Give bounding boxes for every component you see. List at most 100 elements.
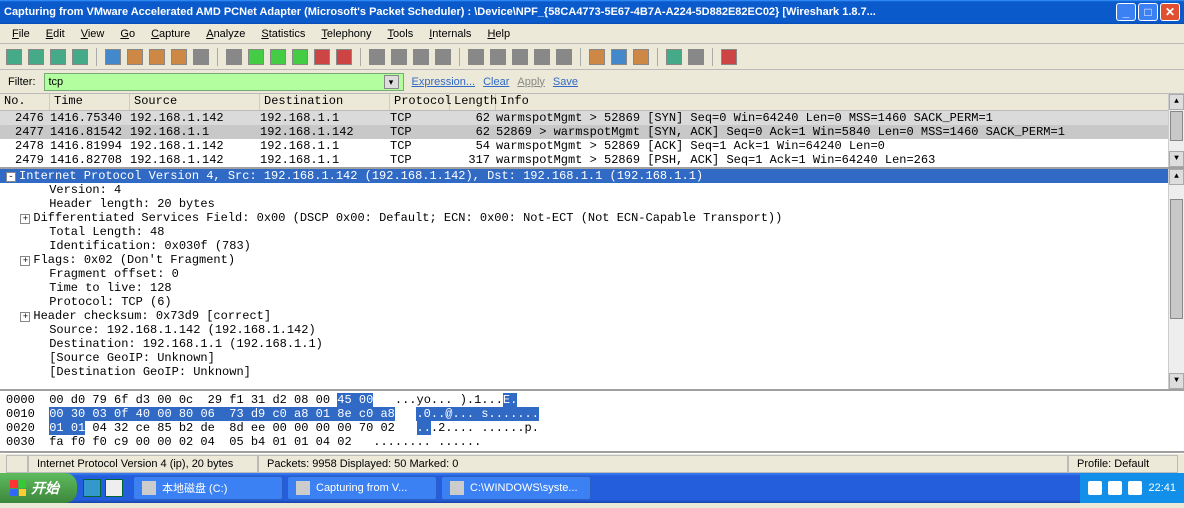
menu-telephony[interactable]: Telephony [313, 26, 379, 42]
hex-line[interactable]: 0010 00 30 03 0f 40 00 80 06 73 d9 c0 a8… [6, 407, 1178, 421]
toolbar-button[interactable] [292, 49, 308, 65]
start-button[interactable]: 开始 [0, 473, 77, 503]
toolbar-button[interactable] [611, 49, 627, 65]
menu-statistics[interactable]: Statistics [253, 26, 313, 42]
expand-icon[interactable]: + [20, 214, 30, 224]
scroll-up-icon[interactable]: ▲ [1169, 169, 1184, 185]
detail-line[interactable]: [Source GeoIP: Unknown] [0, 351, 1184, 365]
hex-line[interactable]: 0000 00 d0 79 6f d3 00 0c 29 f1 31 d2 08… [6, 393, 1178, 407]
toolbar-button[interactable] [127, 49, 143, 65]
tray-clock[interactable]: 22:41 [1148, 482, 1176, 494]
packet-row[interactable]: 24781416.81994192.168.1.142192.168.1.1TC… [0, 139, 1184, 153]
minimize-button[interactable]: _ [1116, 3, 1136, 21]
toolbar-button[interactable] [193, 49, 209, 65]
ie-icon[interactable] [83, 479, 101, 497]
expand-icon[interactable]: + [20, 312, 30, 322]
toolbar-button[interactable] [688, 49, 704, 65]
tray-icon[interactable] [1088, 481, 1102, 495]
toolbar-button[interactable] [633, 49, 649, 65]
col-length[interactable]: Length [450, 94, 496, 110]
tray-icon[interactable] [1128, 481, 1142, 495]
toolbar-button[interactable] [50, 49, 66, 65]
detail-line[interactable]: Total Length: 48 [0, 225, 1184, 239]
apply-link[interactable]: Apply [517, 76, 545, 88]
close-button[interactable]: ✕ [1160, 3, 1180, 21]
menu-internals[interactable]: Internals [421, 26, 479, 42]
detail-line[interactable]: [Destination GeoIP: Unknown] [0, 365, 1184, 379]
detail-line[interactable]: Version: 4 [0, 183, 1184, 197]
hex-line[interactable]: 0030 fa f0 f0 c9 00 00 02 04 05 b4 01 01… [6, 435, 1178, 449]
taskbar-app-button[interactable]: C:\WINDOWS\syste... [441, 476, 591, 500]
toolbar-button[interactable] [248, 49, 264, 65]
toolbar-button[interactable] [666, 49, 682, 65]
col-protocol[interactable]: Protocol [390, 94, 450, 110]
expand-icon[interactable]: - [6, 172, 16, 182]
toolbar-button[interactable] [468, 49, 484, 65]
packet-list-pane[interactable]: No. Time Source Destination Protocol Len… [0, 94, 1184, 169]
detail-line[interactable]: Destination: 192.168.1.1 (192.168.1.1) [0, 337, 1184, 351]
toolbar-button[interactable] [226, 49, 242, 65]
scroll-thumb[interactable] [1170, 111, 1183, 141]
toolbar-button[interactable] [556, 49, 572, 65]
detail-line[interactable]: +Header checksum: 0x73d9 [correct] [0, 309, 1184, 323]
detail-line[interactable]: Source: 192.168.1.142 (192.168.1.142) [0, 323, 1184, 337]
expand-icon[interactable]: + [20, 256, 30, 266]
packet-scrollbar[interactable]: ▲ ▼ [1168, 94, 1184, 167]
col-source[interactable]: Source [130, 94, 260, 110]
menu-file[interactable]: File [4, 26, 38, 42]
toolbar-button[interactable] [149, 49, 165, 65]
hex-dump-pane[interactable]: 0000 00 d0 79 6f d3 00 0c 29 f1 31 d2 08… [0, 391, 1184, 453]
menu-view[interactable]: View [73, 26, 113, 42]
explorer-icon[interactable] [105, 479, 123, 497]
toolbar-button[interactable] [435, 49, 451, 65]
menu-help[interactable]: Help [479, 26, 518, 42]
toolbar-button[interactable] [413, 49, 429, 65]
toolbar-button[interactable] [171, 49, 187, 65]
menu-analyze[interactable]: Analyze [198, 26, 253, 42]
toolbar-button[interactable] [490, 49, 506, 65]
toolbar-button[interactable] [369, 49, 385, 65]
scroll-up-icon[interactable]: ▲ [1169, 94, 1184, 110]
packet-row[interactable]: 24791416.82708192.168.1.142192.168.1.1TC… [0, 153, 1184, 167]
detail-line[interactable]: -Internet Protocol Version 4, Src: 192.1… [0, 169, 1184, 183]
menu-tools[interactable]: Tools [380, 26, 422, 42]
taskbar-app-button[interactable]: 本地磁盘 (C:) [133, 476, 283, 500]
toolbar-button[interactable] [534, 49, 550, 65]
toolbar-button[interactable] [314, 49, 330, 65]
expression-link[interactable]: Expression... [412, 76, 476, 88]
packet-row[interactable]: 24771416.81542192.168.1.1192.168.1.142TC… [0, 125, 1184, 139]
filter-dropdown-icon[interactable]: ▾ [384, 75, 399, 89]
clear-link[interactable]: Clear [483, 76, 509, 88]
status-profile[interactable]: Profile: Default [1068, 455, 1178, 473]
filter-input[interactable]: tcp ▾ [44, 73, 404, 91]
scroll-down-icon[interactable]: ▼ [1169, 151, 1184, 167]
detail-line[interactable]: +Flags: 0x02 (Don't Fragment) [0, 253, 1184, 267]
menu-go[interactable]: Go [112, 26, 143, 42]
toolbar-button[interactable] [391, 49, 407, 65]
col-destination[interactable]: Destination [260, 94, 390, 110]
detail-line[interactable]: Fragment offset: 0 [0, 267, 1184, 281]
scroll-thumb[interactable] [1170, 199, 1183, 319]
toolbar-button[interactable] [270, 49, 286, 65]
toolbar-button[interactable] [72, 49, 88, 65]
col-info[interactable]: Info [496, 94, 1184, 110]
menu-edit[interactable]: Edit [38, 26, 73, 42]
detail-line[interactable]: Protocol: TCP (6) [0, 295, 1184, 309]
tray-icon[interactable] [1108, 481, 1122, 495]
detail-line[interactable]: +Differentiated Services Field: 0x00 (DS… [0, 211, 1184, 225]
toolbar-button[interactable] [105, 49, 121, 65]
details-scrollbar[interactable]: ▲ ▼ [1168, 169, 1184, 389]
maximize-button[interactable]: □ [1138, 3, 1158, 21]
toolbar-button[interactable] [721, 49, 737, 65]
toolbar-button[interactable] [589, 49, 605, 65]
toolbar-button[interactable] [512, 49, 528, 65]
menu-capture[interactable]: Capture [143, 26, 198, 42]
toolbar-button[interactable] [6, 49, 22, 65]
save-link[interactable]: Save [553, 76, 578, 88]
toolbar-button[interactable] [336, 49, 352, 65]
detail-line[interactable]: Time to live: 128 [0, 281, 1184, 295]
taskbar-app-button[interactable]: Capturing from V... [287, 476, 437, 500]
toolbar-button[interactable] [28, 49, 44, 65]
packet-row[interactable]: 24761416.75340192.168.1.142192.168.1.1TC… [0, 111, 1184, 125]
scroll-down-icon[interactable]: ▼ [1169, 373, 1184, 389]
